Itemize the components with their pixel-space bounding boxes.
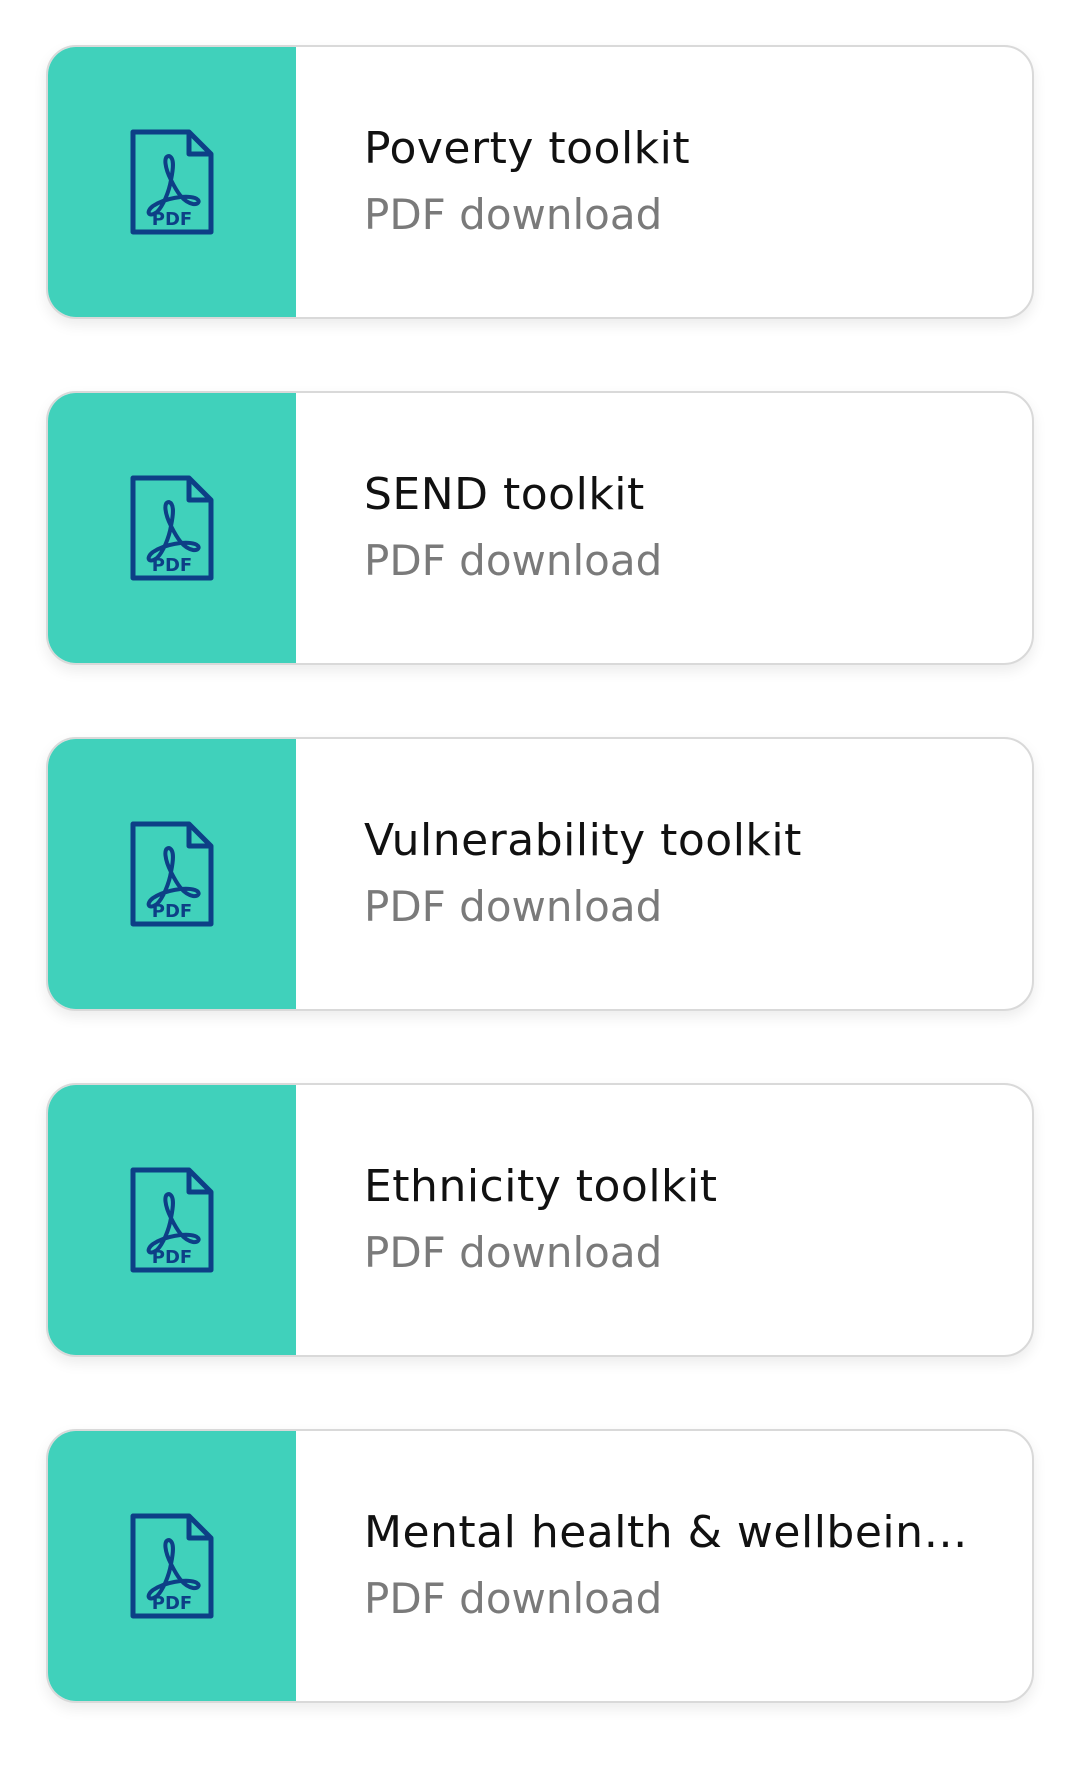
card-text: Mental health & wellbeing t… PDF downloa… — [296, 1431, 1032, 1701]
pdf-icon-label: PDF — [152, 1247, 192, 1268]
card-text: Poverty toolkit PDF download — [296, 47, 1032, 317]
pdf-file-icon: PDF — [130, 1513, 214, 1619]
card-text: Ethnicity toolkit PDF download — [296, 1085, 1032, 1355]
card-subtitle: PDF download — [364, 882, 663, 931]
pdf-thumbnail: PDF — [48, 739, 296, 1009]
download-card-vulnerability-toolkit[interactable]: PDF Vulnerability toolkit PDF download — [46, 737, 1034, 1011]
card-title: Ethnicity toolkit — [364, 1161, 718, 1212]
card-title: SEND toolkit — [364, 469, 645, 520]
downloads-list: PDF Poverty toolkit PDF download PDF SEN… — [46, 45, 1034, 1775]
pdf-icon-label: PDF — [152, 209, 192, 230]
pdf-file-icon: PDF — [130, 1167, 214, 1273]
card-title: Mental health & wellbeing t… — [364, 1507, 988, 1558]
pdf-thumbnail: PDF — [48, 1085, 296, 1355]
card-subtitle: PDF download — [364, 1228, 663, 1277]
pdf-icon-label: PDF — [152, 1593, 192, 1614]
pdf-icon-label: PDF — [152, 555, 192, 576]
card-title: Vulnerability toolkit — [364, 815, 802, 866]
download-card-mental-health-wellbeing-toolkit[interactable]: PDF Mental health & wellbeing t… PDF dow… — [46, 1429, 1034, 1703]
pdf-file-icon: PDF — [130, 475, 214, 581]
card-text: Vulnerability toolkit PDF download — [296, 739, 1032, 1009]
pdf-thumbnail: PDF — [48, 47, 296, 317]
pdf-file-icon: PDF — [130, 129, 214, 235]
download-card-send-toolkit[interactable]: PDF SEND toolkit PDF download — [46, 391, 1034, 665]
pdf-icon-label: PDF — [152, 901, 192, 922]
card-subtitle: PDF download — [364, 1574, 663, 1623]
card-title: Poverty toolkit — [364, 123, 691, 174]
pdf-thumbnail: PDF — [48, 1431, 296, 1701]
pdf-thumbnail: PDF — [48, 393, 296, 663]
card-subtitle: PDF download — [364, 536, 663, 585]
card-text: SEND toolkit PDF download — [296, 393, 1032, 663]
download-card-ethnicity-toolkit[interactable]: PDF Ethnicity toolkit PDF download — [46, 1083, 1034, 1357]
download-card-poverty-toolkit[interactable]: PDF Poverty toolkit PDF download — [46, 45, 1034, 319]
card-subtitle: PDF download — [364, 190, 663, 239]
pdf-file-icon: PDF — [130, 821, 214, 927]
